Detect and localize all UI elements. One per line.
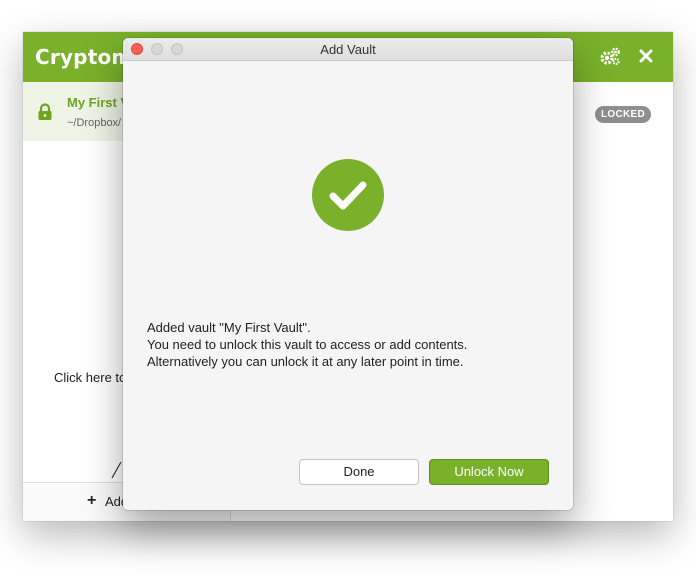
unlock-now-button[interactable]: Unlock Now: [429, 459, 549, 485]
dialog-title: Add Vault: [320, 42, 376, 57]
done-button[interactable]: Done: [299, 459, 419, 485]
lock-icon: [37, 103, 53, 126]
vault-path: ~/Dropbox/: [67, 117, 122, 129]
dialog-titlebar[interactable]: Add Vault: [123, 38, 573, 61]
gears-icon[interactable]: [599, 47, 621, 72]
message-line: Alternatively you can unlock it at any l…: [147, 354, 464, 369]
add-vault-dialog: Add Vault Added vault "My First Vault". …: [123, 38, 573, 510]
plus-icon: +: [87, 492, 97, 509]
close-icon[interactable]: [637, 47, 655, 70]
checkmark-circle-icon: [311, 158, 385, 237]
status-badge: LOCKED: [595, 106, 652, 123]
dialog-message: Added vault "My First Vault". You need t…: [147, 319, 547, 370]
message-line: You need to unlock this vault to access …: [147, 337, 468, 352]
message-line: Added vault "My First Vault".: [147, 320, 311, 335]
